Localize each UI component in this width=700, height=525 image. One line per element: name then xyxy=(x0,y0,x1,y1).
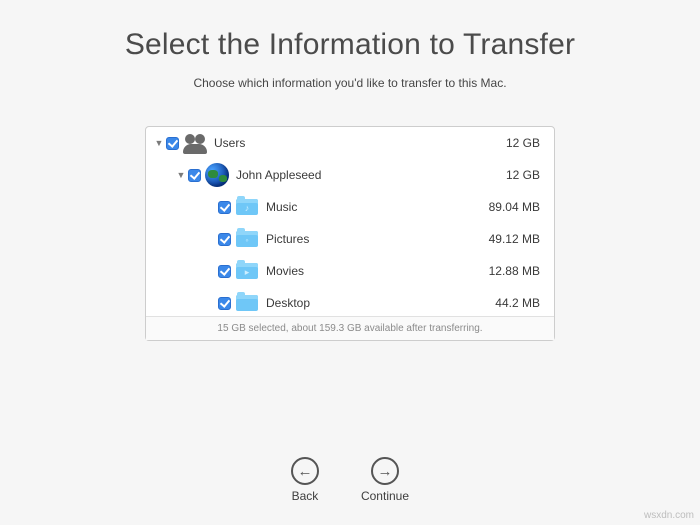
checkbox-folder[interactable] xyxy=(218,265,231,278)
checkbox-folder[interactable] xyxy=(218,233,231,246)
checkbox-folder[interactable] xyxy=(218,297,231,310)
transfer-panel: ▼ Users 12 GB ▼ John Appleseed 12 GB ♪ M… xyxy=(145,126,555,341)
tree-label: Music xyxy=(262,200,489,214)
tree-label: Desktop xyxy=(262,296,495,310)
arrow-left-icon: ← xyxy=(291,457,319,485)
tree-row-folder[interactable]: ◦ Pictures 49.12 MB xyxy=(146,223,554,255)
folder-music-icon: ♪ xyxy=(236,199,258,215)
tree-size: 12 GB xyxy=(506,136,540,150)
chevron-down-icon[interactable]: ▼ xyxy=(154,138,164,148)
tree-size: 12.88 MB xyxy=(489,264,540,278)
checkbox-user[interactable] xyxy=(188,169,201,182)
tree-row-folder[interactable]: ♪ Music 89.04 MB xyxy=(146,191,554,223)
back-label: Back xyxy=(292,489,319,503)
chevron-down-icon[interactable]: ▼ xyxy=(176,170,186,180)
tree-row-folder[interactable]: Desktop 44.2 MB xyxy=(146,287,554,316)
checkbox-folder[interactable] xyxy=(218,201,231,214)
continue-button[interactable]: → Continue xyxy=(361,457,409,503)
tree-size: 89.04 MB xyxy=(489,200,540,214)
tree-size: 12 GB xyxy=(506,168,540,182)
tree-label: Movies xyxy=(262,264,489,278)
page-title: Select the Information to Transfer xyxy=(0,0,700,62)
users-icon xyxy=(182,132,208,154)
tree-row-users[interactable]: ▼ Users 12 GB xyxy=(146,127,554,159)
arrow-right-icon: → xyxy=(371,457,399,485)
folder-pictures-icon: ◦ xyxy=(236,231,258,247)
back-button[interactable]: ← Back xyxy=(291,457,319,503)
continue-label: Continue xyxy=(361,489,409,503)
tree-label: Pictures xyxy=(262,232,489,246)
transfer-tree[interactable]: ▼ Users 12 GB ▼ John Appleseed 12 GB ♪ M… xyxy=(146,127,554,316)
folder-desktop-icon xyxy=(236,295,258,311)
tree-label: Users xyxy=(210,136,506,150)
folder-movies-icon: ▸ xyxy=(236,263,258,279)
tree-label: John Appleseed xyxy=(232,168,506,182)
watermark: wsxdn.com xyxy=(644,510,694,521)
nav-bar: ← Back → Continue xyxy=(0,457,700,503)
transfer-summary: 15 GB selected, about 159.3 GB available… xyxy=(146,316,554,340)
checkbox-users[interactable] xyxy=(166,137,179,150)
globe-icon xyxy=(205,163,229,187)
tree-size: 44.2 MB xyxy=(495,296,540,310)
tree-row-user[interactable]: ▼ John Appleseed 12 GB xyxy=(146,159,554,191)
tree-row-folder[interactable]: ▸ Movies 12.88 MB xyxy=(146,255,554,287)
tree-size: 49.12 MB xyxy=(489,232,540,246)
page-subtitle: Choose which information you'd like to t… xyxy=(0,76,700,90)
